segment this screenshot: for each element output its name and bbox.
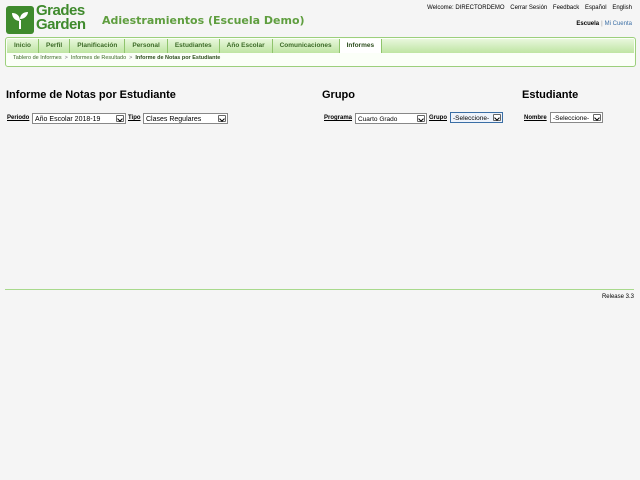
student-select[interactable]: -Seleccione- (550, 112, 603, 123)
tab-ano-escolar[interactable]: Año Escolar (219, 39, 273, 53)
chevron-down-icon (593, 114, 601, 121)
tab-informes[interactable]: Informes (339, 39, 383, 53)
breadcrumb-separator: > (129, 55, 133, 61)
type-label: Tipo (128, 115, 141, 121)
group-select-value: -Seleccione- (453, 115, 490, 122)
spanish-link[interactable]: Español (585, 5, 607, 11)
top-links: Welcome: DIRECTORDEMO Cerrar Sesión Feed… (423, 5, 632, 11)
tab-inicio[interactable]: Inicio (7, 39, 39, 53)
logout-link[interactable]: Cerrar Sesión (510, 5, 547, 11)
chevron-down-icon (116, 115, 124, 122)
english-link[interactable]: English (612, 5, 632, 11)
breadcrumb-current: Informe de Notas por Estudiante (135, 55, 221, 61)
student-title: Estudiante (522, 89, 579, 101)
group-select[interactable]: -Seleccione- (450, 112, 503, 123)
account-links-separator: | (601, 21, 603, 27)
type-select[interactable]: Clases Regulares (143, 113, 228, 124)
period-select[interactable]: Año Escolar 2018-19 (32, 113, 126, 124)
tab-planificacion[interactable]: Planificación (70, 39, 126, 53)
chevron-down-icon (218, 115, 226, 122)
feedback-link[interactable]: Feedback (553, 5, 579, 11)
tab-comunicaciones[interactable]: Comunicaciones (272, 39, 340, 53)
school-name: Adiestramientos (Escuela Demo) (102, 14, 305, 27)
period-select-value: Año Escolar 2018-19 (35, 116, 101, 123)
program-select[interactable]: Cuarto Grado (355, 113, 427, 124)
footer-divider (5, 289, 634, 290)
logo-line-2: Garden (36, 16, 86, 33)
type-select-value: Clases Regulares (146, 116, 202, 123)
sprout-icon (6, 6, 34, 34)
breadcrumb-results-reports[interactable]: Informes de Resultado (71, 55, 126, 61)
tab-estudiantes[interactable]: Estudiantes (167, 39, 220, 53)
period-label: Periodo (7, 115, 30, 121)
name-label: Nombre (524, 115, 547, 121)
chevron-down-icon (417, 115, 425, 122)
release-version: Release 3.3 (601, 294, 634, 300)
welcome-text: Welcome: DIRECTORDEMO (427, 5, 505, 11)
nav-tabs: Inicio Perfil Planificación Personal Est… (7, 39, 383, 53)
report-title: Informe de Notas por Estudiante (6, 89, 176, 101)
grades-garden-logo[interactable]: Grades Garden (6, 3, 96, 36)
program-select-value: Cuarto Grado (358, 116, 398, 123)
breadcrumb: Tablero de Informes > Informes de Resultad… (13, 55, 220, 61)
breadcrumb-separator: > (64, 55, 68, 61)
tab-personal[interactable]: Personal (125, 39, 168, 53)
main-navigation: Inicio Perfil Planificación Personal Est… (5, 37, 636, 67)
my-account-link[interactable]: Mi Cuenta (605, 21, 632, 27)
group-title: Grupo (322, 89, 355, 101)
account-links: Escuela | Mi Cuenta (576, 21, 632, 27)
chevron-down-icon (493, 114, 501, 121)
breadcrumb-dashboard[interactable]: Tablero de Informes (13, 55, 62, 61)
program-label: Programa (324, 115, 353, 121)
group-label: Grupo (429, 115, 447, 121)
school-link[interactable]: Escuela (576, 21, 599, 27)
student-select-value: -Seleccione- (553, 115, 590, 122)
tab-perfil[interactable]: Perfil (38, 39, 71, 53)
logo-wordmark: Grades Garden (36, 3, 86, 33)
